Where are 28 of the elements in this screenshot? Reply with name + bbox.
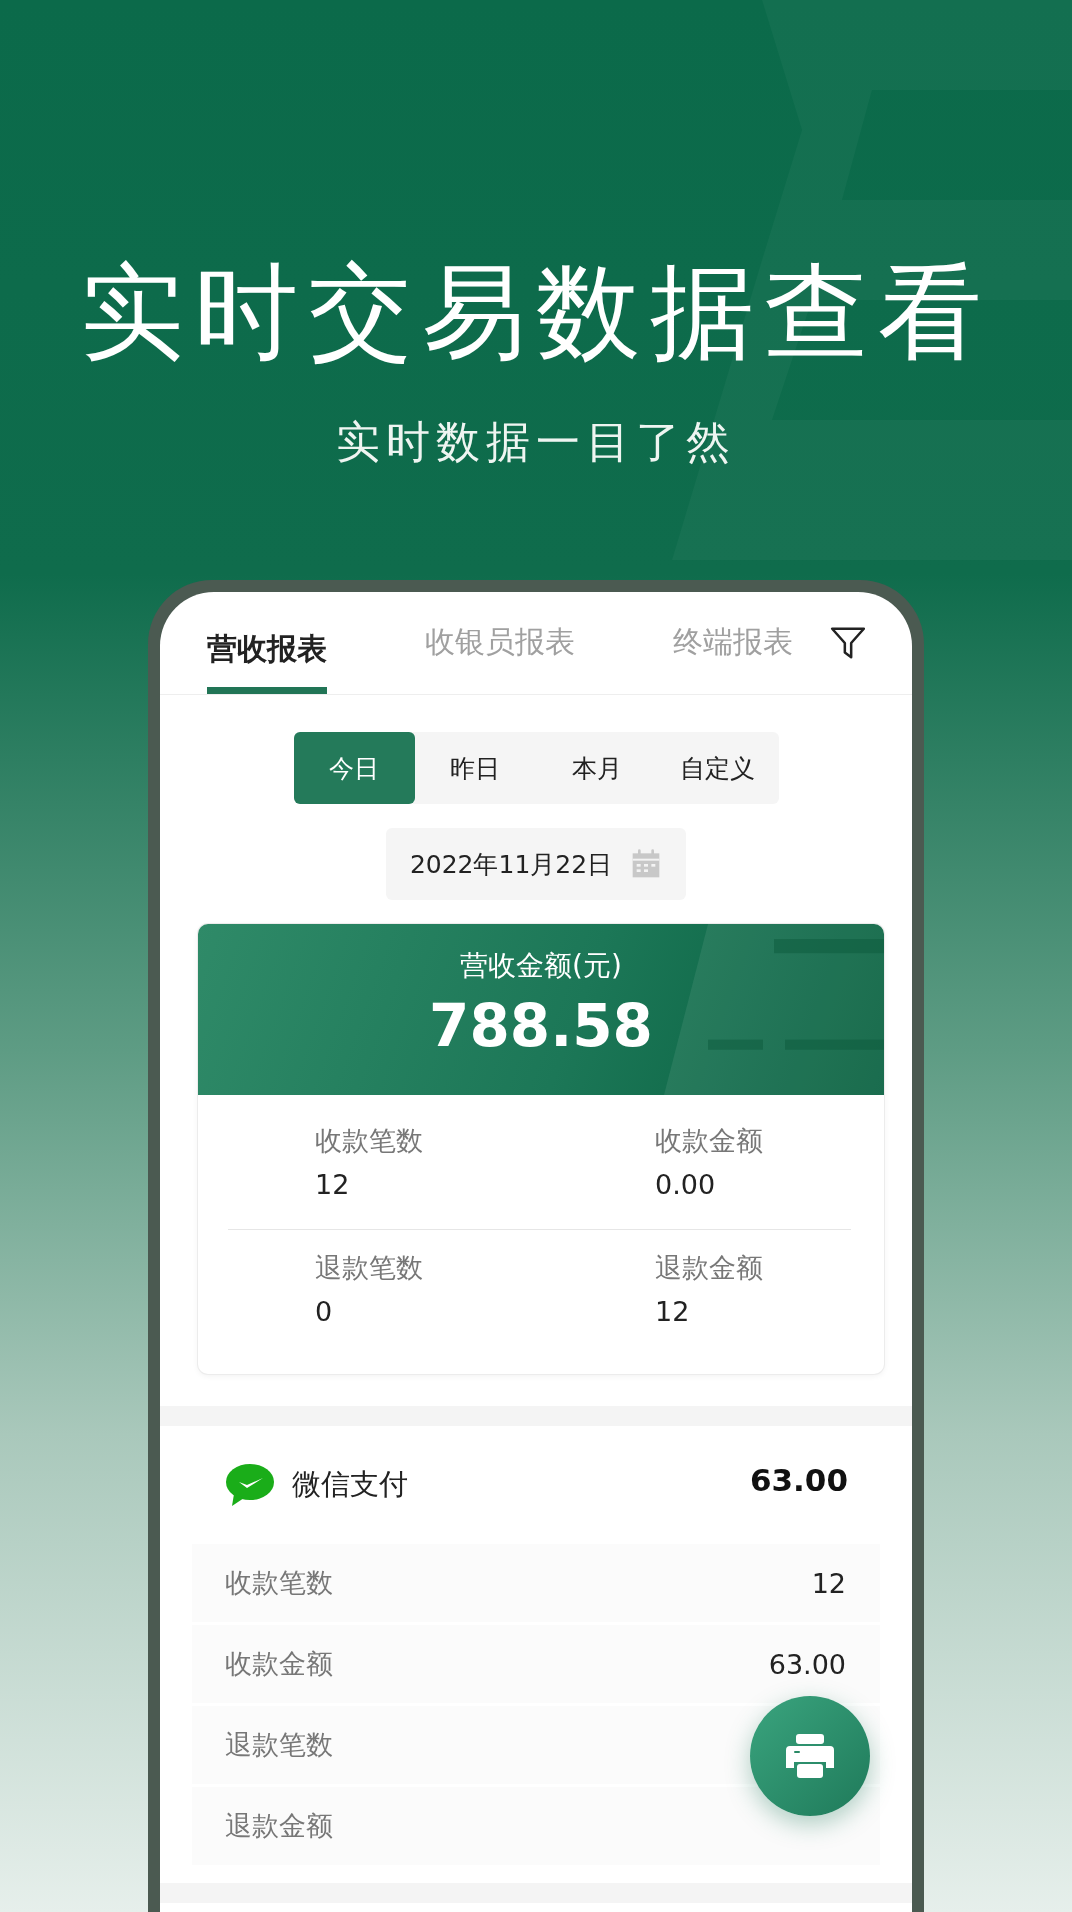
stat-label: 退款金额 xyxy=(655,1251,764,1285)
date-picker[interactable]: 2022年11月22日 xyxy=(385,828,687,900)
printer-icon xyxy=(786,1734,834,1778)
row-value: 12 xyxy=(811,1567,846,1599)
period-option[interactable]: 今日 xyxy=(293,732,415,804)
period-option[interactable]: 自定义 xyxy=(657,732,779,804)
revenue-amount: 788.58 xyxy=(428,991,654,1062)
stat-value: 0 xyxy=(315,1295,334,1329)
row-label: 退款笔数 xyxy=(225,1728,333,1762)
headline: 实时交易数据查看 xyxy=(79,252,993,372)
period-option[interactable]: 昨日 xyxy=(414,732,536,804)
stat-label: 收款金额 xyxy=(655,1124,764,1158)
stat-value: 0.00 xyxy=(655,1168,717,1202)
stat-value: 12 xyxy=(655,1295,691,1329)
row-value: 63.00 xyxy=(768,1648,846,1680)
revenue-label: 营收金额(元) xyxy=(459,948,623,984)
chat-bubble-check-icon xyxy=(226,1464,274,1506)
stat-value: 12 xyxy=(315,1168,351,1202)
row-label: 收款金额 xyxy=(225,1647,333,1681)
stat-label: 收款笔数 xyxy=(315,1124,424,1158)
payment-total: 63.00 xyxy=(749,1462,848,1498)
stat-label: 退款笔数 xyxy=(315,1251,424,1285)
row-label: 退款金额 xyxy=(225,1809,333,1843)
period-option[interactable]: 本月 xyxy=(536,732,658,804)
subtitle: 实时数据一目了然 xyxy=(335,415,737,469)
row-label: 收款笔数 xyxy=(225,1566,333,1600)
report-tab[interactable]: 营收报表 xyxy=(207,592,327,694)
payment-method-name: 微信支付 xyxy=(292,1466,409,1503)
